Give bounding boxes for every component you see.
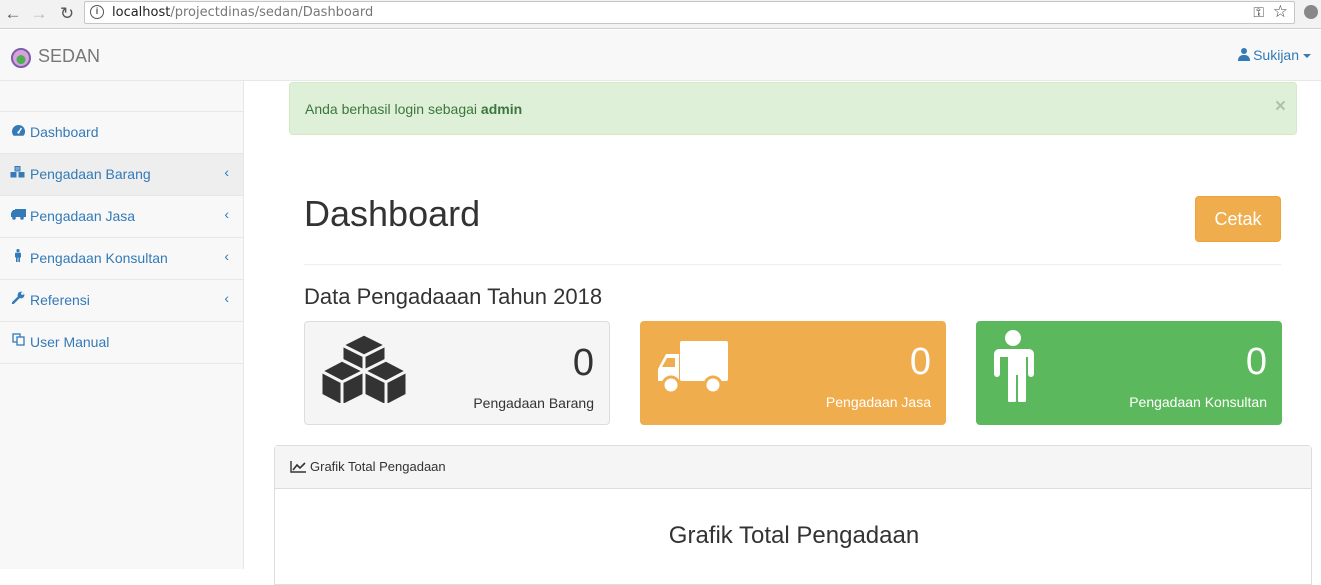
- stat-label: Pengadaan Konsultan: [1129, 394, 1267, 410]
- cubes-icon: [319, 331, 409, 408]
- male-icon: [10, 238, 26, 279]
- login-success-alert: Anda berhasil login sebagai admin ×: [289, 82, 1297, 135]
- sidebar-item-referensi[interactable]: Referensi ‹: [0, 280, 243, 322]
- sidebar-item-label: User Manual: [30, 334, 110, 350]
- stat-label: Pengadaan Jasa: [825, 394, 931, 410]
- browser-toolbar: ← → ↻ i localhost/projectdinas/sedan/Das…: [0, 0, 1321, 29]
- line-chart-icon: [290, 461, 306, 476]
- sidebar-item-label: Dashboard: [30, 124, 99, 140]
- chart-panel-heading-text: Grafik Total Pengadaan: [310, 459, 446, 474]
- url-path: /projectdinas/sedan/Dashboard: [170, 5, 374, 20]
- dashboard-icon: [10, 112, 26, 153]
- extension-icon[interactable]: [1304, 5, 1318, 19]
- sidebar-item-label: Pengadaan Barang: [30, 166, 151, 182]
- stat-count: 0: [1245, 341, 1267, 383]
- url-host: localhost: [112, 5, 171, 20]
- top-navbar: SEDAN Sukijan: [0, 30, 1321, 81]
- sidebar-item-pengadaan-konsultan[interactable]: Pengadaan Konsultan ‹: [0, 238, 243, 280]
- reload-icon[interactable]: ↻: [56, 3, 78, 25]
- alert-text: Anda berhasil login sebagai: [305, 101, 481, 117]
- brand-logo-icon[interactable]: [11, 48, 31, 68]
- chevron-left-icon[interactable]: ‹: [224, 236, 229, 277]
- brand-name[interactable]: SEDAN: [38, 46, 100, 67]
- alert-role: admin: [480, 101, 523, 117]
- sidebar-item-pengadaan-jasa[interactable]: Pengadaan Jasa ‹: [0, 196, 243, 238]
- chart-panel: Grafik Total Pengadaan Grafik Total Peng…: [274, 445, 1312, 585]
- stat-count: 0: [909, 341, 931, 383]
- info-icon[interactable]: i: [90, 5, 104, 19]
- wrench-icon: [10, 280, 26, 321]
- caret-down-icon: [1303, 54, 1311, 59]
- key-icon[interactable]: ⚿: [1253, 4, 1264, 21]
- sidebar-menu: Dashboard Pengadaan Barang ‹ Pengadaan J…: [0, 111, 243, 364]
- stat-panel-konsultan[interactable]: 0 Pengadaan Konsultan: [976, 321, 1282, 425]
- header-divider: [304, 264, 1281, 265]
- sidebar-item-label: Pengadaan Jasa: [30, 208, 136, 224]
- close-icon[interactable]: ×: [1275, 96, 1286, 118]
- url-text: localhost/projectdinas/sedan/Dashboard: [112, 5, 373, 20]
- user-name: Sukijan: [1253, 47, 1299, 63]
- forward-icon[interactable]: →: [28, 3, 50, 25]
- truck-icon: [10, 196, 26, 237]
- chevron-left-icon[interactable]: ‹: [224, 152, 229, 193]
- sidebar-item-label: Pengadaan Konsultan: [30, 250, 168, 266]
- sidebar-item-user-manual[interactable]: User Manual: [0, 322, 243, 364]
- print-button[interactable]: Cetak: [1195, 196, 1281, 242]
- copy-icon: [10, 322, 26, 363]
- stat-count: 0: [572, 342, 594, 384]
- stat-panel-barang[interactable]: 0 Pengadaan Barang: [304, 321, 610, 425]
- address-bar[interactable]: i localhost/projectdinas/sedan/Dashboard…: [84, 1, 1295, 24]
- sidebar: Dashboard Pengadaan Barang ‹ Pengadaan J…: [0, 81, 244, 569]
- user-icon: [1238, 48, 1251, 61]
- stat-panel-jasa[interactable]: 0 Pengadaan Jasa: [640, 321, 946, 425]
- sidebar-item-dashboard[interactable]: Dashboard: [0, 112, 243, 154]
- star-icon[interactable]: ☆: [1273, 2, 1288, 22]
- section-title: Data Pengadaaan Tahun 2018: [304, 284, 603, 309]
- page-title: Dashboard: [304, 193, 481, 234]
- stat-label: Pengadaan Barang: [473, 395, 594, 411]
- cubes-icon: [10, 154, 26, 195]
- male-icon: [991, 330, 1035, 407]
- chart-title: Grafik Total Pengadaan: [668, 522, 920, 549]
- truck-icon: [658, 341, 728, 402]
- sidebar-item-pengadaan-barang[interactable]: Pengadaan Barang ‹: [0, 154, 243, 196]
- user-menu[interactable]: Sukijan: [1238, 47, 1311, 63]
- sidebar-item-label: Referensi: [30, 292, 90, 308]
- chevron-left-icon[interactable]: ‹: [224, 278, 229, 319]
- chevron-left-icon[interactable]: ‹: [224, 194, 229, 235]
- chart-panel-heading: Grafik Total Pengadaan: [275, 446, 1311, 489]
- back-icon[interactable]: ←: [2, 3, 24, 25]
